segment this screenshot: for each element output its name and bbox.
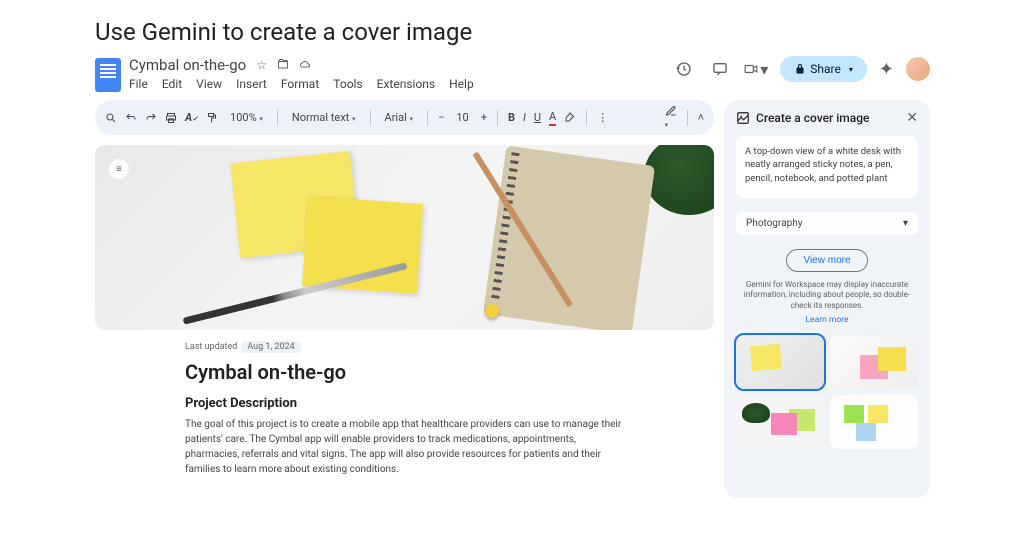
cloud-status-icon[interactable] xyxy=(299,58,311,72)
document-body[interactable]: The goal of this project is to create a … xyxy=(185,417,624,477)
font-decrease-button[interactable]: − xyxy=(438,111,444,124)
main-area: A✓ 100% ▾ Normal text ▾ Arial ▾ − 10 + B… xyxy=(95,100,930,498)
docs-app: Cymbal on-the-go ☆ File Edit View Insert… xyxy=(0,56,930,498)
share-button[interactable]: Share ▾ xyxy=(780,56,867,82)
document-content[interactable]: Last updatedAug 1, 2024 Cymbal on-the-go… xyxy=(95,330,714,477)
generate-image-icon xyxy=(736,111,750,125)
page-title: Use Gemini to create a cover image xyxy=(0,0,1024,56)
header-bar: Cymbal on-the-go ☆ File Edit View Insert… xyxy=(95,56,930,96)
thumbnail-option-4[interactable] xyxy=(830,395,918,449)
zoom-select[interactable]: 100% ▾ xyxy=(226,109,267,126)
star-icon[interactable]: ☆ xyxy=(256,58,267,72)
menu-help[interactable]: Help xyxy=(449,77,474,91)
thumbnail-option-3[interactable] xyxy=(736,395,824,449)
share-caret-icon[interactable]: ▾ xyxy=(849,65,853,74)
style-select[interactable]: Normal text ▾ xyxy=(288,109,360,126)
title-area: Cymbal on-the-go ☆ File Edit View Insert… xyxy=(129,56,664,91)
document-page: ≡ Last updatedAug 1, 2024 Cymbal on-the-… xyxy=(95,145,714,477)
view-more-button[interactable]: View more xyxy=(786,249,867,272)
toolbar: A✓ 100% ▾ Normal text ▾ Arial ▾ − 10 + B… xyxy=(95,100,714,135)
document-title[interactable]: Cymbal on-the-go xyxy=(129,56,246,74)
chevron-down-icon: ▾ xyxy=(903,218,908,229)
meet-icon[interactable]: ▾ xyxy=(744,57,768,81)
last-updated: Last updatedAug 1, 2024 xyxy=(185,342,624,352)
menu-file[interactable]: File xyxy=(129,77,148,91)
search-icon[interactable] xyxy=(105,112,117,124)
document-column: A✓ 100% ▾ Normal text ▾ Arial ▾ − 10 + B… xyxy=(95,100,714,498)
cover-plant xyxy=(644,145,714,215)
learn-more-link[interactable]: Learn more xyxy=(736,315,918,325)
font-increase-button[interactable]: + xyxy=(481,111,487,124)
print-icon[interactable] xyxy=(165,112,177,124)
menu-format[interactable]: Format xyxy=(281,77,319,91)
close-icon[interactable]: ✕ xyxy=(906,110,918,126)
font-select[interactable]: Arial ▾ xyxy=(381,109,418,126)
menu-insert[interactable]: Insert xyxy=(236,77,267,91)
undo-icon[interactable] xyxy=(125,112,137,124)
move-icon[interactable] xyxy=(277,58,289,72)
font-size-input[interactable]: 10 xyxy=(452,109,472,126)
document-heading-2[interactable]: Project Description xyxy=(185,396,624,411)
history-icon[interactable] xyxy=(672,57,696,81)
format-paint-icon[interactable] xyxy=(206,112,218,124)
style-select[interactable]: Photography ▾ xyxy=(736,212,918,235)
edit-mode-button[interactable]: ▾ xyxy=(665,105,677,130)
share-label: Share xyxy=(810,62,841,76)
menu-extensions[interactable]: Extensions xyxy=(377,77,435,91)
cover-pen xyxy=(183,262,408,324)
docs-logo-icon[interactable] xyxy=(95,58,121,92)
document-heading-1[interactable]: Cymbal on-the-go xyxy=(185,360,624,384)
gemini-icon[interactable]: ✦ xyxy=(879,59,894,80)
lock-icon xyxy=(794,63,806,75)
thumbnail-option-2[interactable] xyxy=(830,335,918,389)
prompt-input[interactable]: A top-down view of a white desk with nea… xyxy=(736,136,918,198)
panel-title: Create a cover image xyxy=(756,111,869,125)
redo-icon[interactable] xyxy=(145,112,157,124)
menu-edit[interactable]: Edit xyxy=(162,77,182,91)
cover-thumbtack xyxy=(485,304,499,318)
highlight-button[interactable] xyxy=(564,112,576,124)
thumbnail-option-1[interactable] xyxy=(736,335,824,389)
cover-menu-icon[interactable]: ≡ xyxy=(109,159,129,179)
header-actions: ▾ Share ▾ ✦ xyxy=(672,56,930,82)
menu-view[interactable]: View xyxy=(196,77,222,91)
menu-tools[interactable]: Tools xyxy=(333,77,362,91)
avatar[interactable] xyxy=(906,57,930,81)
comments-icon[interactable] xyxy=(708,57,732,81)
date-chip[interactable]: Aug 1, 2024 xyxy=(241,341,300,353)
cover-image[interactable]: ≡ xyxy=(95,145,714,330)
expand-icon[interactable]: ˄ xyxy=(698,111,704,124)
italic-button[interactable]: I xyxy=(523,111,526,124)
menu-bar: File Edit View Insert Format Tools Exten… xyxy=(129,77,664,91)
spellcheck-icon[interactable]: A✓ xyxy=(185,111,198,124)
underline-button[interactable]: U xyxy=(534,111,541,124)
more-icon[interactable]: ⋮ xyxy=(597,111,608,124)
gemini-side-panel: Create a cover image ✕ A top-down view o… xyxy=(724,100,930,498)
bold-button[interactable]: B xyxy=(508,111,515,124)
thumbnail-grid xyxy=(736,335,918,449)
disclaimer-text: Gemini for Workspace may display inaccur… xyxy=(736,280,918,311)
text-color-button[interactable]: A xyxy=(549,110,556,126)
